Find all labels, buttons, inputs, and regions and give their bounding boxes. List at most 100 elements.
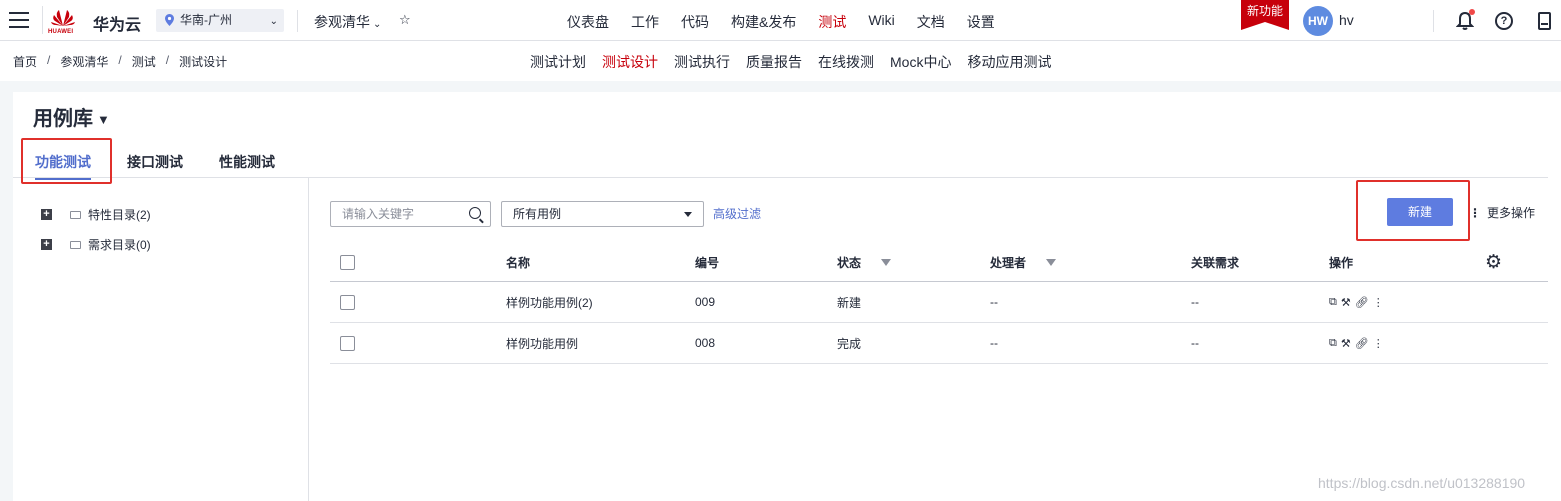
row-checkbox[interactable] xyxy=(340,335,355,351)
caret-down-icon xyxy=(684,212,692,217)
new-feature-badge[interactable]: 新功能 xyxy=(1241,0,1289,30)
nav-item-build-release[interactable]: 构建&发布 xyxy=(731,12,796,32)
breadcrumb-current: 测试设计 xyxy=(179,55,228,69)
cell-related: -- xyxy=(1191,336,1199,350)
copy-icon[interactable]: ⧉ xyxy=(1329,296,1337,309)
cell-related: -- xyxy=(1191,295,1199,309)
more-kebab-icon[interactable]: ⋮ xyxy=(1373,296,1384,309)
header-handler: 处理者 xyxy=(990,256,1027,270)
subnav-test-design[interactable]: 测试设计 xyxy=(602,52,658,72)
table-row[interactable]: 样例功能用例(2) 009 新建 -- -- ⧉ ⚒ 🔗︎ ⋮ xyxy=(330,282,1548,323)
cell-status: 新建 xyxy=(837,295,862,310)
mobile-device-icon[interactable] xyxy=(1538,12,1551,30)
breadcrumb-home[interactable]: 首页 xyxy=(13,53,37,70)
header-id[interactable]: 编号 xyxy=(695,244,719,281)
star-icon[interactable]: ☆ xyxy=(399,12,411,28)
nav-item-docs[interactable]: 文档 xyxy=(917,12,945,32)
divider xyxy=(1433,10,1434,32)
tab-api-test[interactable]: 接口测试 xyxy=(127,152,183,172)
location-pin-icon xyxy=(165,14,174,26)
nav-item-wiki[interactable]: Wiki xyxy=(868,12,894,32)
nav-item-test[interactable]: 测试 xyxy=(818,12,847,44)
divider xyxy=(297,10,298,32)
tree-item-requirement-dir[interactable]: + 需求目录(0) xyxy=(41,236,151,253)
case-filter-select[interactable]: 所有用例 xyxy=(501,201,704,227)
tree-item-label: 需求目录(0) xyxy=(88,238,151,252)
case-type-tabs: 功能测试 接口测试 性能测试 xyxy=(35,152,311,180)
gear-icon[interactable]: ⚙ xyxy=(1485,251,1502,274)
expand-plus-icon[interactable]: + xyxy=(41,239,52,250)
case-filter-value: 所有用例 xyxy=(513,207,562,221)
username[interactable]: hv xyxy=(1339,12,1354,28)
search-icon[interactable] xyxy=(469,207,481,219)
breadcrumb-project[interactable]: 参观清华 xyxy=(60,53,108,70)
top-navbar: HUAWEI 华为云 华南-广州 ⌄ 参观清华 ⌄ ☆ 仪表盘 工作 代码 构建&… xyxy=(0,0,1561,44)
tab-functional-test[interactable]: 功能测试 xyxy=(35,152,91,180)
chevron-down-icon: ⌄ xyxy=(269,16,278,27)
tree-item-feature-dir[interactable]: + 特性目录(2) xyxy=(41,206,151,223)
region-selector[interactable]: 华南-广州 ⌄ xyxy=(156,9,284,32)
search-input[interactable]: 请输入关键字 xyxy=(330,201,491,227)
tab-performance-test[interactable]: 性能测试 xyxy=(219,152,275,172)
subnav-test-execution[interactable]: 测试执行 xyxy=(674,52,730,72)
chevron-down-icon: ▼ xyxy=(97,112,110,128)
header-status: 状态 xyxy=(837,256,862,270)
cell-name[interactable]: 样例功能用例 xyxy=(506,323,578,363)
folder-icon xyxy=(70,240,81,249)
folder-icon xyxy=(70,210,81,219)
subnav-online-dial-test[interactable]: 在线拨测 xyxy=(818,52,874,72)
subnav-test-plan[interactable]: 测试计划 xyxy=(530,52,586,72)
main-nav: 仪表盘 工作 代码 构建&发布 测试 Wiki 文档 设置 xyxy=(567,12,1017,44)
cell-name[interactable]: 样例功能用例(2) xyxy=(506,282,593,322)
project-selector[interactable]: 参观清华 ⌄ xyxy=(314,12,381,32)
nav-item-code[interactable]: 代码 xyxy=(681,12,709,32)
subnav-mobile-app-test[interactable]: 移动应用测试 xyxy=(967,52,1051,72)
header-name[interactable]: 名称 xyxy=(506,244,530,281)
filter-icon[interactable] xyxy=(1046,259,1057,266)
nav-item-settings[interactable]: 设置 xyxy=(967,12,995,32)
breadcrumb: 首页 / 参观清华 / 测试 / 测试设计 xyxy=(13,53,227,70)
select-all-checkbox[interactable] xyxy=(340,255,355,270)
brand-name[interactable]: 华为云 xyxy=(93,11,141,35)
table-header-row: 名称 编号 状态 处理者 关联需求 操作 ⚙ xyxy=(330,244,1548,282)
link-icon[interactable]: 🔗︎ xyxy=(1355,296,1369,309)
page-title[interactable]: 用例库 ▼ xyxy=(33,102,110,131)
sub-navbar: 首页 / 参观清华 / 测试 / 测试设计 测试计划 测试设计 测试执行 质量报… xyxy=(0,41,1561,81)
subnav-mock-center[interactable]: Mock中心 xyxy=(890,52,951,72)
expand-plus-icon[interactable]: + xyxy=(41,209,52,220)
subnav-quality-report[interactable]: 质量报告 xyxy=(746,52,802,72)
copy-icon[interactable]: ⧉ xyxy=(1329,337,1337,350)
more-kebab-icon[interactable]: ⋮ xyxy=(1373,337,1384,350)
menu-icon[interactable] xyxy=(9,12,29,28)
table-row[interactable]: 样例功能用例 008 完成 -- -- ⧉ ⚒ 🔗︎ ⋮ xyxy=(330,323,1548,364)
cell-handler: -- xyxy=(990,336,998,350)
breadcrumb-separator: / xyxy=(118,53,122,67)
execute-icon[interactable]: ⚒ xyxy=(1341,296,1351,309)
tree-item-label: 特性目录(2) xyxy=(88,208,151,222)
region-label: 华南-广州 xyxy=(180,13,232,27)
row-checkbox[interactable] xyxy=(340,294,355,310)
watermark: https://blog.csdn.net/u013288190 xyxy=(1318,475,1526,491)
project-label: 参观清华 xyxy=(314,14,370,30)
chevron-down-icon: ⌄ xyxy=(373,19,382,30)
avatar[interactable]: HW xyxy=(1303,6,1333,36)
more-operations-button[interactable]: ⋮ 更多操作 xyxy=(1469,204,1535,221)
directory-tree-pane xyxy=(13,178,309,501)
nav-item-dashboard[interactable]: 仪表盘 xyxy=(567,12,609,32)
breadcrumb-test[interactable]: 测试 xyxy=(132,53,156,70)
breadcrumb-separator: / xyxy=(165,53,170,67)
nav-item-work[interactable]: 工作 xyxy=(631,12,659,32)
more-operations-label: 更多操作 xyxy=(1487,206,1536,220)
page-title-text: 用例库 xyxy=(33,108,93,130)
filter-icon[interactable] xyxy=(881,259,892,266)
execute-icon[interactable]: ⚒ xyxy=(1341,337,1351,350)
select-all-cell xyxy=(340,244,355,281)
help-icon[interactable]: ? xyxy=(1495,12,1513,30)
link-icon[interactable]: 🔗︎ xyxy=(1355,337,1369,350)
header-handler-cell: 处理者 xyxy=(990,244,1057,281)
advanced-filter-link[interactable]: 高级过滤 xyxy=(713,205,761,222)
row-select-cell xyxy=(340,323,355,363)
new-case-button[interactable]: 新建 xyxy=(1387,198,1453,226)
breadcrumb-separator: / xyxy=(47,53,51,67)
notification-dot xyxy=(1469,9,1475,15)
